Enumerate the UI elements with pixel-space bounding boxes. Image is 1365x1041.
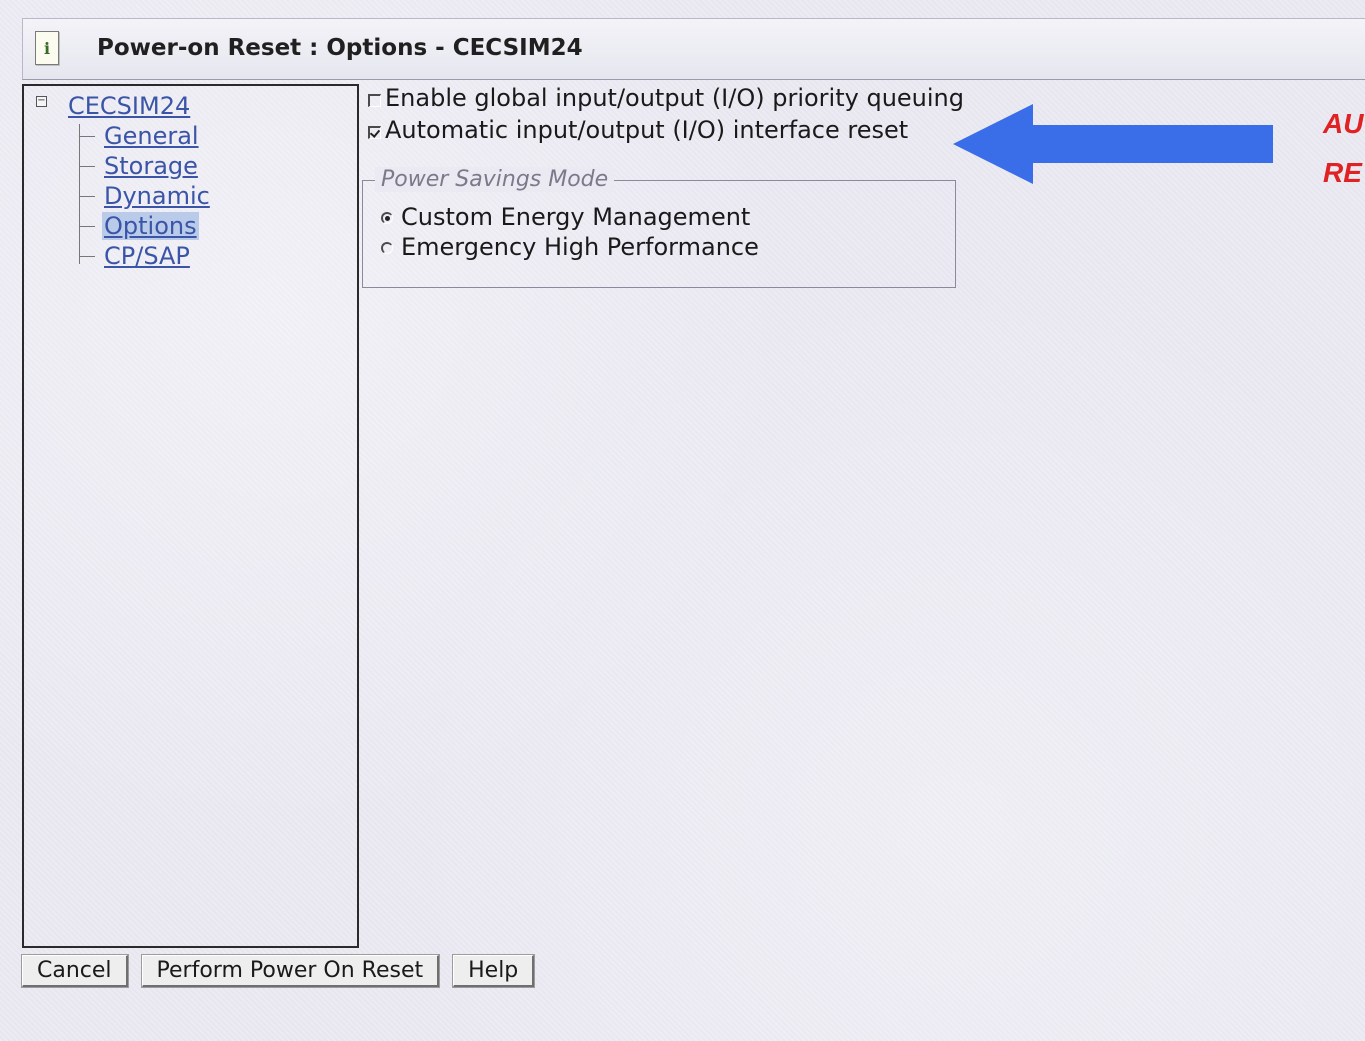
emergency-performance-radio[interactable] [381, 242, 393, 254]
tree-root-cecsim24[interactable]: CECSIM24 [68, 92, 190, 120]
tree-connector-line [79, 256, 95, 257]
annotation-text-line2: RE [1323, 157, 1362, 188]
emergency-performance-label: Emergency High Performance [401, 233, 759, 261]
power-savings-group: Power Savings Mode Custom Energy Managem… [362, 167, 956, 288]
dialog-button-row: Cancel Perform Power On Reset Help [21, 954, 548, 988]
tree-item-cp-sap[interactable]: CP/SAP [102, 242, 192, 270]
options-panel: Enable global input/output (I/O) priorit… [362, 84, 982, 288]
custom-energy-radio[interactable] [381, 212, 393, 224]
tree-item-options[interactable]: Options [102, 212, 199, 240]
tree-item-storage[interactable]: Storage [102, 152, 200, 180]
collapse-toggle-icon[interactable]: − [36, 96, 47, 107]
power-savings-legend: Power Savings Mode [375, 167, 615, 192]
perform-power-on-reset-button[interactable]: Perform Power On Reset [140, 954, 441, 988]
annotation-text-line1: AU [1323, 108, 1364, 139]
help-button[interactable]: Help [452, 954, 536, 988]
tree-connector-line [79, 166, 95, 167]
title-bar: i Power-on Reset : Options - CECSIM24 [22, 18, 1365, 80]
priority-queuing-label: Enable global input/output (I/O) priorit… [385, 84, 964, 112]
io-interface-reset-label: Automatic input/output (I/O) interface r… [385, 116, 909, 144]
priority-queuing-checkbox-row[interactable]: Enable global input/output (I/O) priorit… [368, 84, 964, 112]
io-interface-reset-checkbox-row[interactable]: Automatic input/output (I/O) interface r… [368, 116, 908, 144]
tree-item-general[interactable]: General [102, 122, 201, 150]
tree-connector-line [79, 196, 95, 197]
tree-connector-line [79, 124, 80, 264]
io-interface-reset-checkbox[interactable] [368, 125, 381, 139]
cancel-button[interactable]: Cancel [21, 954, 129, 988]
tree-connector-line [79, 226, 95, 227]
tree-connector-line [79, 136, 95, 137]
window-title: Power-on Reset : Options - CECSIM24 [97, 35, 583, 61]
info-icon: i [35, 31, 59, 65]
priority-queuing-checkbox[interactable] [368, 93, 381, 107]
emergency-performance-radio-row[interactable]: Emergency High Performance [381, 233, 759, 261]
navigation-tree: − CECSIM24 General Storage Dynamic Optio… [22, 84, 359, 948]
tree-item-dynamic[interactable]: Dynamic [102, 182, 212, 210]
custom-energy-label: Custom Energy Management [401, 203, 751, 231]
annotation-arrow-icon [953, 104, 1273, 184]
custom-energy-radio-row[interactable]: Custom Energy Management [381, 203, 750, 231]
